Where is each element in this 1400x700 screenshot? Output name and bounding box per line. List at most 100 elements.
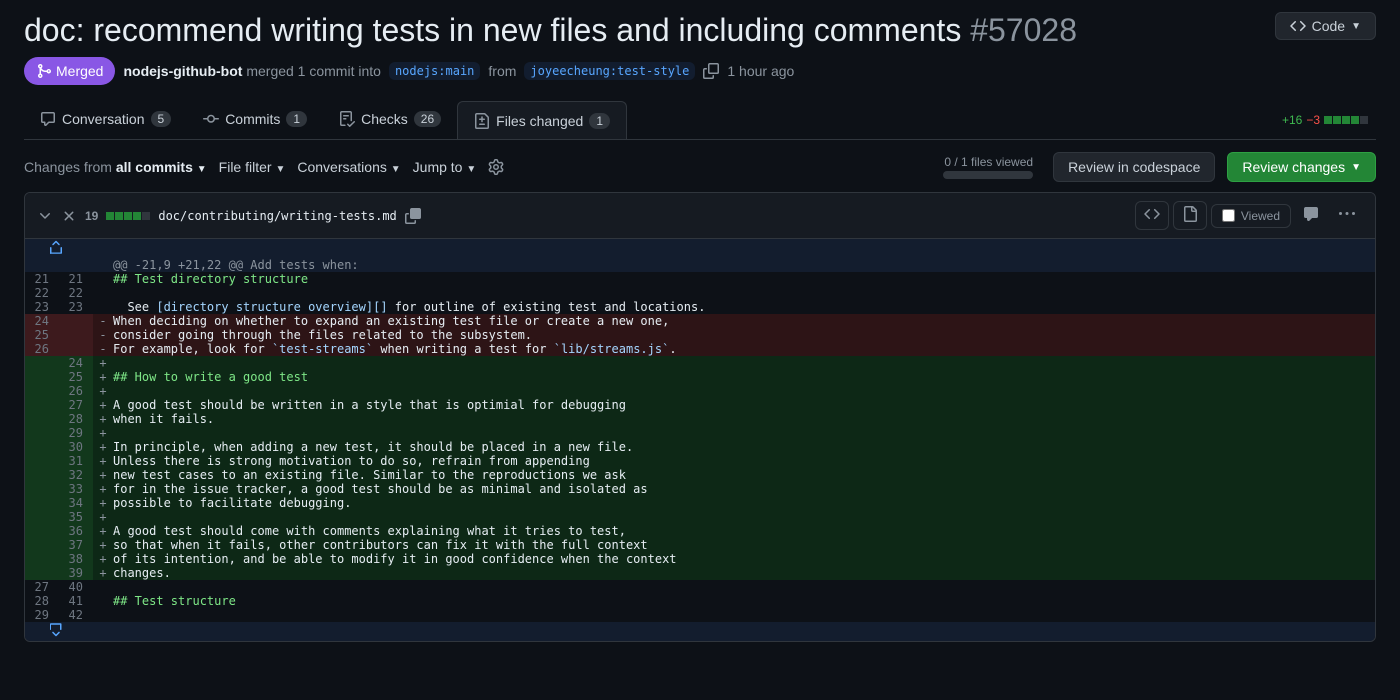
author-link[interactable]: nodejs-github-bot — [123, 63, 242, 79]
diff-line-added[interactable]: 38+of its intention, and be able to modi… — [25, 552, 1375, 566]
diff-table: @@ -21,9 +21,22 @@ Add tests when: 2121 … — [25, 239, 1375, 641]
diffsq-add — [1324, 116, 1332, 124]
chevron-down-icon[interactable] — [37, 208, 53, 224]
caret-down-icon: ▼ — [1351, 21, 1361, 32]
diffsq-add — [1333, 116, 1341, 124]
code-button[interactable]: Code ▼ — [1275, 12, 1376, 40]
diff-line-added[interactable]: 32+new test cases to an existing file. S… — [25, 468, 1375, 482]
file-diff-icon — [474, 113, 490, 129]
file-header: 19 doc/contributing/writing-tests.md Vie… — [25, 193, 1375, 239]
merge-verb: merged 1 commit into — [246, 63, 381, 79]
tab-commits-label: Commits — [225, 111, 280, 127]
removed-count: −3 — [1306, 113, 1320, 127]
expand-up-row[interactable] — [25, 239, 1375, 258]
copy-icon[interactable] — [703, 63, 719, 79]
diff-line-added[interactable]: 27+A good test should be written in a st… — [25, 398, 1375, 412]
gear-icon[interactable] — [488, 159, 504, 175]
file-sq-add — [124, 212, 132, 220]
viewed-checkbox-input[interactable] — [1222, 209, 1235, 222]
tab-conversation[interactable]: Conversation 5 — [24, 101, 187, 139]
diff-line-added[interactable]: 30+In principle, when adding a new test,… — [25, 440, 1375, 454]
base-branch[interactable]: nodejs:main — [389, 62, 480, 80]
tab-files-count: 1 — [589, 113, 610, 129]
kebab-menu-button[interactable] — [1331, 202, 1363, 229]
all-commits-dropdown[interactable]: all commits ▼ — [116, 159, 207, 175]
expand-down-row[interactable] — [25, 622, 1375, 641]
tab-commits[interactable]: Commits 1 — [187, 101, 323, 139]
diff-line-deleted[interactable]: 26-For example, look for `test-streams` … — [25, 342, 1375, 356]
tab-checks-label: Checks — [361, 111, 408, 127]
tab-checks[interactable]: Checks 26 — [323, 101, 457, 139]
display-rendered-button[interactable] — [1173, 201, 1207, 230]
checklist-icon — [339, 111, 355, 127]
code-icon — [1144, 206, 1160, 222]
file-change-count: 19 — [85, 209, 98, 223]
comment-icon — [40, 111, 56, 127]
diff-line-added[interactable]: 34+possible to facilitate debugging. — [25, 496, 1375, 510]
head-branch[interactable]: joyeecheung:test-style — [524, 62, 695, 80]
changes-from-label: Changes from — [24, 159, 112, 175]
pr-title: doc: recommend writing tests in new file… — [24, 12, 1077, 49]
diff-line-added[interactable]: 37+so that when it fails, other contribu… — [25, 538, 1375, 552]
diff-line[interactable]: 2323 See [directory structure overview][… — [25, 300, 1375, 314]
pr-time: 1 hour ago — [727, 63, 794, 79]
diffsq-neutral — [1360, 116, 1368, 124]
progress-text: 0 / 1 files viewed — [944, 155, 1033, 169]
diff-line-added[interactable]: 28+when it fails. — [25, 412, 1375, 426]
file-sq-add — [133, 212, 141, 220]
tab-files-label: Files changed — [496, 113, 583, 129]
expand-all-icon[interactable] — [61, 208, 77, 224]
file-icon — [1182, 206, 1198, 222]
diff-line-added[interactable]: 25+## How to write a good test — [25, 370, 1375, 384]
unfold-down-icon — [48, 622, 64, 638]
merged-badge: Merged — [24, 57, 115, 85]
commit-icon — [203, 111, 219, 127]
copy-path-icon[interactable] — [405, 208, 421, 224]
pr-number: #57028 — [970, 12, 1077, 48]
code-button-label: Code — [1312, 18, 1345, 34]
progress-bar — [943, 171, 1033, 179]
diff-line-deleted[interactable]: 24-When deciding on whether to expand an… — [25, 314, 1375, 328]
hunk-header: @@ -21,9 +21,22 @@ Add tests when: — [25, 258, 1375, 272]
pr-tabs: Conversation 5 Commits 1 Checks 26 Files… — [24, 101, 1376, 140]
tab-files[interactable]: Files changed 1 — [457, 101, 627, 139]
diff-line-added[interactable]: 24+ — [25, 356, 1375, 370]
from-word: from — [488, 63, 516, 79]
diff-line[interactable]: 2121 ## Test directory structure — [25, 272, 1375, 286]
diff-line-added[interactable]: 33+for in the issue tracker, a good test… — [25, 482, 1375, 496]
file-path[interactable]: doc/contributing/writing-tests.md — [158, 209, 396, 223]
jump-to-dropdown[interactable]: Jump to ▼ — [413, 159, 477, 175]
tab-conversation-label: Conversation — [62, 111, 145, 127]
display-source-button[interactable] — [1135, 201, 1169, 230]
diff-line[interactable]: 2740 — [25, 580, 1375, 594]
diff-line[interactable]: 2942 — [25, 608, 1375, 622]
pr-title-text: doc: recommend writing tests in new file… — [24, 12, 961, 48]
diff-line-deleted[interactable]: 25-consider going through the files rela… — [25, 328, 1375, 342]
diff-line-added[interactable]: 29+ — [25, 426, 1375, 440]
diff-line[interactable]: 2841 ## Test structure — [25, 594, 1375, 608]
diffsq-add — [1342, 116, 1350, 124]
pr-meta: Merged nodejs-github-bot merged 1 commit… — [24, 57, 1376, 85]
diff-line-added[interactable]: 26+ — [25, 384, 1375, 398]
diff-toolbar: Changes from all commits ▼ File filter ▼… — [24, 152, 1376, 182]
diff-line-added[interactable]: 31+Unless there is strong motivation to … — [25, 454, 1375, 468]
review-codespace-button[interactable]: Review in codespace — [1053, 152, 1215, 182]
diff-line[interactable]: 2222 — [25, 286, 1375, 300]
diff-line-added[interactable]: 36+A good test should come with comments… — [25, 524, 1375, 538]
kebab-icon — [1339, 206, 1355, 222]
file-filter-dropdown[interactable]: File filter ▼ — [219, 159, 286, 175]
file-diff: 19 doc/contributing/writing-tests.md Vie… — [24, 192, 1376, 642]
merged-label: Merged — [56, 63, 103, 79]
caret-down-icon: ▼ — [1351, 162, 1361, 173]
file-sq-add — [115, 212, 123, 220]
diff-line-added[interactable]: 35+ — [25, 510, 1375, 524]
diff-line-added[interactable]: 39+changes. — [25, 566, 1375, 580]
review-changes-button[interactable]: Review changes ▼ — [1227, 152, 1376, 182]
tab-checks-count: 26 — [414, 111, 441, 127]
conversations-dropdown[interactable]: Conversations ▼ — [297, 159, 400, 175]
comment-button[interactable] — [1295, 202, 1327, 229]
review-changes-label: Review changes — [1242, 159, 1345, 175]
unfold-up-icon — [48, 239, 64, 255]
diffstat: +16 −3 — [1282, 101, 1376, 139]
viewed-checkbox[interactable]: Viewed — [1211, 204, 1291, 228]
